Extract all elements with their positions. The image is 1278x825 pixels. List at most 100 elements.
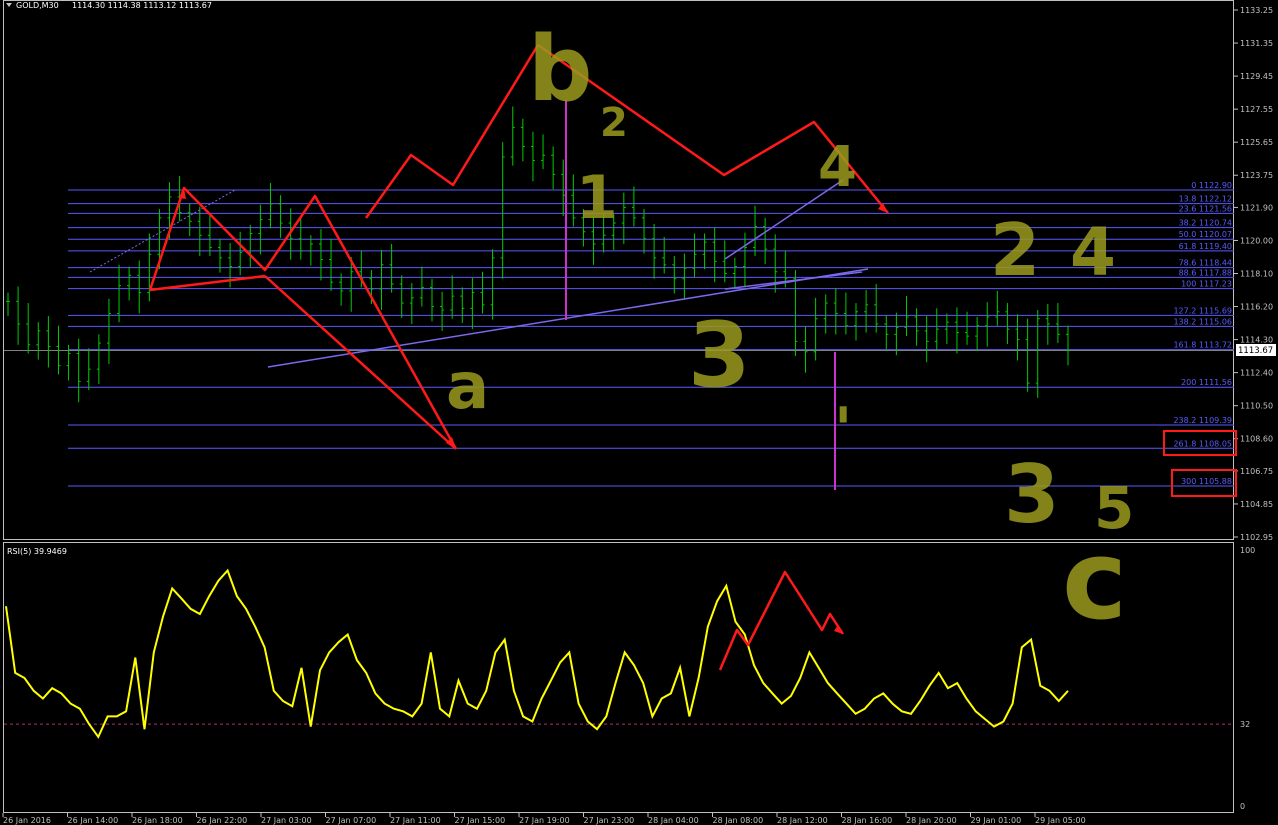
- price-bar: [36, 322, 41, 360]
- price-bar: [399, 275, 404, 318]
- ohlc-values: 1114.30 1114.38 1113.12 1113.67: [72, 1, 212, 10]
- price-bar: [450, 275, 455, 319]
- price-bar: [409, 283, 414, 324]
- price-bar: [137, 260, 142, 314]
- current-price-label: 1113.67: [1238, 346, 1273, 356]
- price-bar: [944, 313, 949, 344]
- current-price-marker: 1113.67: [1236, 344, 1276, 356]
- price-bar: [117, 264, 122, 323]
- price-tick-label: 1108.60: [1240, 435, 1273, 444]
- rsi-tick-label: 100: [1240, 546, 1255, 555]
- fib-level-label: 0 1122.90: [1191, 181, 1232, 190]
- price-tick-label: 1116.20: [1240, 303, 1273, 312]
- price-bar: [995, 290, 1000, 326]
- price-tick-label: 1123.75: [1240, 171, 1273, 180]
- price-bar: [823, 294, 828, 334]
- price-bar: [712, 227, 717, 283]
- label-1: 1: [576, 163, 618, 233]
- time-tick-label: 29 Jan 05:00: [1035, 816, 1086, 825]
- price-bar: [318, 229, 323, 281]
- price-bar: [965, 311, 970, 345]
- price-bar: [732, 257, 737, 289]
- arrowhead-1: [446, 437, 456, 449]
- time-tick-label: 27 Jan 23:00: [584, 816, 635, 825]
- price-bar: [621, 192, 626, 244]
- fib-level-label: 23.6 1121.56: [1179, 204, 1232, 213]
- price-bar: [682, 253, 687, 300]
- price-bar: [510, 106, 515, 166]
- price-bar: [520, 118, 525, 162]
- price-bar: [985, 302, 990, 347]
- price-bar: [722, 240, 727, 283]
- price-tick-label: 1131.35: [1240, 39, 1273, 48]
- fibonacci-levels: 0 1122.90 13.8 1122.1223.6 1121.56 38.2 11…: [4, 181, 1234, 487]
- price-bar: [934, 308, 939, 351]
- price-bar: [833, 288, 838, 335]
- price-bar: [692, 233, 697, 277]
- label-2-top: 2: [600, 100, 628, 146]
- time-axis: 26 Jan 2016 26 Jan 14:00 26 Jan 18:00 26 Ja…: [2, 813, 1086, 825]
- rsi-label: RSI(5) 39.9469: [7, 547, 67, 556]
- rsi-wave-path: [718, 570, 845, 671]
- price-bar: [248, 224, 253, 268]
- price-bar: [763, 217, 768, 264]
- price-bar: [1066, 325, 1070, 366]
- price-bar: [419, 266, 424, 307]
- price-bar: [642, 209, 646, 254]
- time-tick-label: 26 Jan 2016: [3, 816, 51, 825]
- fib-level-label: 200 1111.56: [1181, 378, 1232, 387]
- time-tick-label: 29 Jan 01:00: [971, 816, 1022, 825]
- price-bar: [16, 286, 21, 345]
- price-bar: [914, 308, 919, 346]
- price-bar: [238, 231, 243, 276]
- fib-level-label: 13.8 1122.12: [1179, 195, 1232, 204]
- label-a: a: [446, 350, 489, 424]
- header-menu-triangle-icon[interactable]: [6, 3, 12, 7]
- price-bar: [894, 312, 899, 356]
- price-bar: [561, 159, 566, 217]
- price-tick-label: 1121.90: [1240, 203, 1273, 212]
- price-bar: [258, 204, 263, 255]
- price-tick-label: 1110.50: [1240, 402, 1273, 411]
- arrowhead-4: [834, 625, 843, 634]
- label-3-bottom: 3: [1004, 448, 1060, 541]
- price-tick-label: 1133.25: [1240, 6, 1273, 15]
- price-bar: [904, 296, 909, 337]
- price-bar: [26, 303, 31, 354]
- fib-level-label: 88.6 1117.88: [1179, 268, 1232, 277]
- price-bar: [298, 217, 303, 260]
- time-tick-label: 27 Jan 15:00: [455, 816, 506, 825]
- price-bar: [6, 292, 10, 317]
- price-bar: [127, 266, 132, 301]
- price-bar: [379, 250, 384, 311]
- price-bar: [631, 186, 636, 227]
- price-bar: [924, 316, 929, 363]
- fib-level-label: 127.2 1115.69: [1173, 306, 1232, 315]
- rsi-panel-frame: [3, 542, 1234, 813]
- price-bar: [1045, 303, 1050, 345]
- price-bar: [106, 298, 111, 364]
- price-bar: [440, 291, 445, 331]
- time-tick-label: 27 Jan 19:00: [519, 816, 570, 825]
- price-bar: [551, 146, 556, 190]
- price-bar: [339, 273, 344, 306]
- price-bar: [1005, 303, 1010, 344]
- time-tick-label: 26 Jan 14:00: [68, 816, 119, 825]
- price-bar: [500, 142, 505, 279]
- price-axis: 1133.25 1131.35 1129.45 1127.55 1125.65 1123.…: [1234, 6, 1273, 542]
- price-bar: [1035, 310, 1040, 398]
- fib-level-label: 78.6 1118.44: [1179, 259, 1232, 268]
- time-tick-label: 27 Jan 07:00: [326, 816, 377, 825]
- symbol-label: GOLD,M30: [16, 1, 59, 10]
- price-bar: [1055, 303, 1060, 344]
- price-bar: [480, 271, 485, 314]
- price-tick-label: 1114.30: [1240, 336, 1273, 345]
- price-bar: [874, 283, 879, 333]
- price-bar: [541, 134, 546, 170]
- price-bar: [76, 338, 81, 403]
- label-c: c: [1062, 516, 1127, 644]
- price-tick-label: 1120.00: [1240, 236, 1273, 245]
- price-bar: [1015, 314, 1020, 361]
- price-tick-label: 1127.55: [1240, 105, 1273, 114]
- price-bar: [530, 131, 535, 182]
